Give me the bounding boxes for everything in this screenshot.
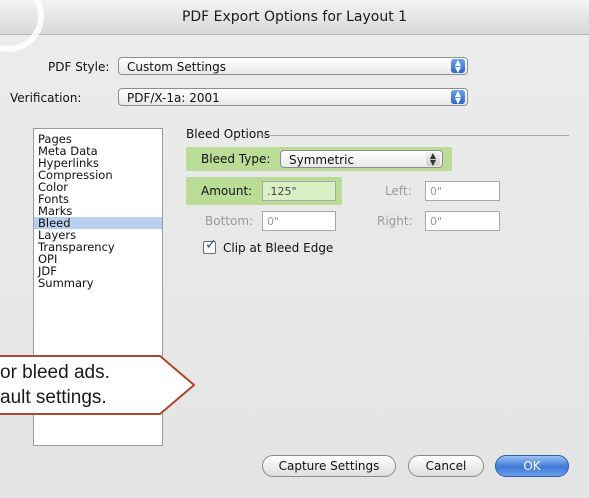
capture-settings-button[interactable]: Capture Settings bbox=[262, 455, 396, 477]
amount-input[interactable]: .125" bbox=[262, 181, 336, 201]
section-divider bbox=[258, 135, 569, 136]
clip-at-bleed-label: Clip at Bleed Edge bbox=[223, 241, 334, 255]
callout-line-2: ault settings. bbox=[0, 387, 107, 408]
clip-at-bleed-checkbox[interactable]: ✓ bbox=[203, 237, 217, 254]
checkmark-icon: ✓ bbox=[205, 237, 217, 253]
popup-arrows-icon: ▲ ▼ bbox=[426, 152, 440, 167]
pdf-export-dialog: PDF Export Options for Layout 1 PDF Styl… bbox=[0, 0, 589, 498]
bottom-label: Bottom: bbox=[205, 214, 254, 228]
window-title: PDF Export Options for Layout 1 bbox=[181, 9, 408, 25]
window-titlebar[interactable]: PDF Export Options for Layout 1 bbox=[0, 0, 589, 35]
bleed-options-heading: Bleed Options bbox=[186, 127, 271, 141]
popup-arrows-icon: ▲ ▼ bbox=[451, 59, 465, 74]
pdf-style-popup[interactable]: Custom Settings ▲ ▼ bbox=[118, 57, 468, 75]
bleed-type-popup[interactable]: Symmetric ▲ ▼ bbox=[280, 150, 443, 168]
amount-label: Amount: bbox=[201, 184, 253, 198]
right-label: Right: bbox=[377, 214, 413, 228]
left-label: Left: bbox=[385, 184, 412, 198]
verification-value: PDF/X-1a: 2001 bbox=[127, 91, 220, 105]
cancel-button[interactable]: Cancel bbox=[408, 455, 484, 477]
ok-button[interactable]: OK bbox=[495, 455, 569, 477]
verification-popup[interactable]: PDF/X-1a: 2001 ▲ ▼ bbox=[118, 88, 468, 106]
left-input[interactable]: 0" bbox=[425, 181, 500, 201]
corner-decoration bbox=[0, 0, 44, 52]
bottom-input[interactable]: 0" bbox=[262, 211, 336, 231]
list-item-summary[interactable]: Summary bbox=[34, 277, 162, 289]
popup-arrows-icon: ▲ ▼ bbox=[451, 90, 465, 105]
callout-line-1: or bleed ads. bbox=[0, 362, 110, 383]
pdf-style-value: Custom Settings bbox=[127, 60, 227, 74]
pdf-style-label: PDF Style: bbox=[48, 60, 110, 74]
bleed-type-label: Bleed Type: bbox=[201, 152, 271, 166]
right-input[interactable]: 0" bbox=[425, 211, 500, 231]
bleed-type-value: Symmetric bbox=[289, 153, 355, 167]
verification-label: Verification: bbox=[10, 91, 82, 105]
